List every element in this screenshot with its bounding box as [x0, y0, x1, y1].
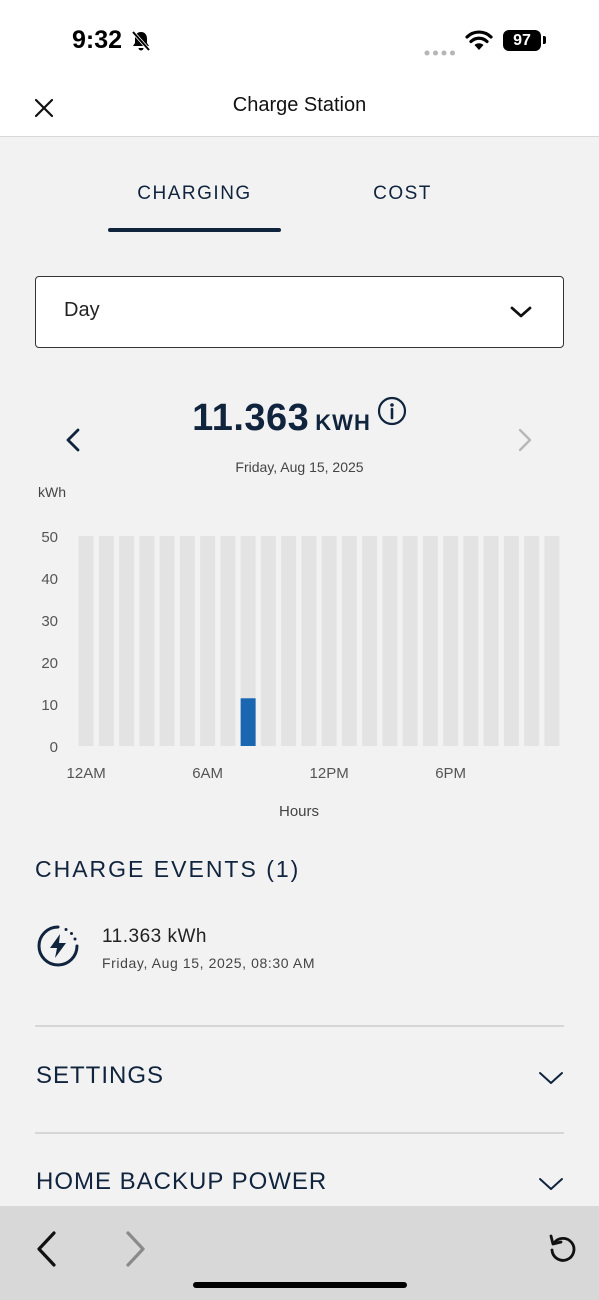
bar	[240, 698, 256, 746]
period-select-value: Day	[64, 299, 100, 321]
bar-background	[78, 536, 94, 746]
status-bar: 9:32 97	[0, 0, 599, 80]
reload-icon[interactable]	[547, 1232, 579, 1269]
battery-nub	[543, 36, 546, 44]
home-backup-power-label: HOME BACKUP POWER	[36, 1168, 328, 1195]
bar-background	[362, 536, 378, 746]
bar-background	[503, 536, 519, 746]
home-backup-power-section[interactable]: HOME BACKUP POWER	[35, 1154, 564, 1214]
bar-background	[382, 536, 398, 746]
bar-background	[98, 536, 114, 746]
y-tick-label: 20	[41, 655, 58, 672]
browser-back-button[interactable]	[34, 1230, 60, 1273]
bar-background	[463, 536, 479, 746]
chevron-left-icon	[37, 1231, 56, 1267]
chevron-down-icon	[538, 1070, 564, 1091]
charge-events-title: CHARGE EVENTS (1)	[35, 856, 301, 882]
hourly-kwh-chart: kWh 0 10 20 30 40 50 12AM 6AM 12PM 6PM Hours	[38, 484, 560, 820]
bar-background	[281, 536, 297, 746]
bar-background	[443, 536, 459, 746]
tab-charging[interactable]: CHARGING	[108, 183, 281, 205]
selected-date: Friday, Aug 15, 2025	[235, 459, 364, 475]
settings-section[interactable]: SETTINGS	[35, 1048, 564, 1108]
event-kwh: 11.363 kWh	[102, 926, 207, 947]
total-kwh-unit: KWH	[315, 410, 371, 435]
bar-background	[524, 536, 540, 746]
bar-background	[402, 536, 418, 746]
status-time: 9:32	[72, 26, 123, 54]
battery-icon: 97	[503, 30, 541, 51]
bar-background	[179, 536, 195, 746]
x-tick-label: 12PM	[310, 765, 349, 782]
bar-background	[119, 536, 135, 746]
bar-background	[544, 536, 560, 746]
active-tab-indicator	[108, 228, 281, 232]
wifi-icon	[465, 29, 493, 56]
y-axis-label: kWh	[38, 484, 66, 500]
period-select[interactable]: Day	[35, 276, 564, 348]
bar-background	[321, 536, 337, 746]
y-tick-label: 10	[41, 697, 58, 714]
bell-slash-icon	[131, 30, 151, 57]
daily-total: 11.363 KWH	[0, 396, 599, 440]
app-header: Charge Station	[0, 80, 599, 137]
charging-bolt-icon	[36, 924, 80, 973]
y-tick-label: 50	[41, 529, 58, 546]
settings-label: SETTINGS	[36, 1062, 165, 1089]
bar-background	[301, 536, 317, 746]
y-tick-label: 30	[41, 613, 58, 630]
chevron-down-icon	[538, 1176, 564, 1197]
bar-background	[159, 536, 175, 746]
tab-cost[interactable]: COST	[340, 183, 465, 205]
y-tick-label: 40	[41, 571, 58, 588]
divider	[35, 1025, 564, 1027]
bar-background	[220, 536, 236, 746]
divider	[35, 1132, 564, 1134]
bar-background	[260, 536, 276, 746]
signal-dots-icon	[424, 43, 456, 61]
page-title: Charge Station	[232, 94, 367, 116]
x-tick-label: 6AM	[192, 765, 223, 782]
total-kwh-value: 11.363	[192, 397, 310, 439]
bar-background	[341, 536, 357, 746]
x-tick-label: 6PM	[435, 765, 466, 782]
bar-background	[200, 536, 216, 746]
event-datetime: Friday, Aug 15, 2025, 08:30 AM	[102, 955, 316, 971]
y-tick-label: 0	[50, 739, 58, 756]
browser-forward-button[interactable]	[122, 1230, 148, 1273]
info-icon[interactable]	[377, 396, 407, 431]
x-tick-label: 12AM	[67, 765, 106, 782]
x-axis-label: Hours	[279, 803, 319, 820]
bar-background	[483, 536, 499, 746]
bar-background	[139, 536, 155, 746]
home-indicator	[193, 1282, 407, 1288]
bar-background	[422, 536, 438, 746]
chevron-down-icon	[508, 303, 534, 326]
chevron-right-icon	[126, 1231, 145, 1267]
